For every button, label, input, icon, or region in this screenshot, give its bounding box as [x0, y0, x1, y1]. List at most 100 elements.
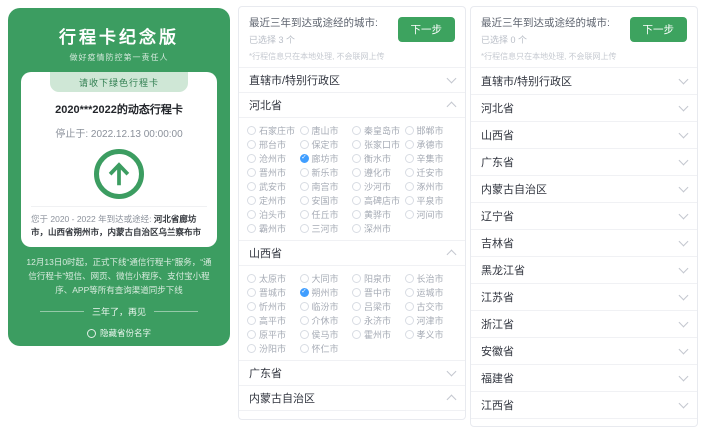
city-checkbox[interactable]: 唐山市	[300, 124, 353, 136]
city-checkbox[interactable]: 承德市	[405, 138, 458, 150]
unchecked-circle-icon[interactable]	[352, 302, 361, 311]
unchecked-circle-icon[interactable]	[352, 140, 361, 149]
unchecked-circle-icon[interactable]	[352, 274, 361, 283]
city-checkbox[interactable]: 黄骅市	[352, 208, 405, 220]
city-checkbox[interactable]: 保定市	[300, 138, 353, 150]
city-checkbox[interactable]: 古交市	[405, 300, 458, 312]
province-section-header[interactable]: 河北省	[471, 95, 697, 122]
unchecked-circle-icon[interactable]	[405, 210, 414, 219]
unchecked-circle-icon[interactable]	[300, 168, 309, 177]
city-checkbox[interactable]: 晋州市	[247, 166, 300, 178]
city-checkbox[interactable]: 张家口市	[352, 138, 405, 150]
next-step-button[interactable]: 下一步	[398, 17, 456, 42]
city-checkbox[interactable]: 武安市	[247, 180, 300, 192]
city-checkbox[interactable]: 大同市	[300, 272, 353, 284]
unchecked-circle-icon[interactable]	[352, 182, 361, 191]
city-checkbox[interactable]: 吕梁市	[352, 300, 405, 312]
city-checkbox[interactable]: ✓朔州市	[300, 286, 353, 298]
unchecked-circle-icon[interactable]	[247, 126, 256, 135]
unchecked-circle-icon[interactable]	[247, 168, 256, 177]
city-checkbox[interactable]: 河津市	[405, 314, 458, 326]
unchecked-circle-icon[interactable]	[405, 330, 414, 339]
city-checkbox[interactable]: 新乐市	[300, 166, 353, 178]
city-checkbox[interactable]: 原平市	[247, 328, 300, 340]
unchecked-circle-icon[interactable]	[352, 154, 361, 163]
city-checkbox[interactable]: 运城市	[405, 286, 458, 298]
unchecked-circle-icon[interactable]	[300, 302, 309, 311]
unchecked-circle-icon[interactable]	[352, 196, 361, 205]
hide-province-checkbox[interactable]: 隐藏省份名字	[8, 327, 230, 339]
province-section-header[interactable]: 广东省	[239, 361, 465, 386]
unchecked-circle-icon[interactable]	[405, 126, 414, 135]
unchecked-circle-icon[interactable]	[247, 302, 256, 311]
city-checkbox[interactable]: 永济市	[352, 314, 405, 326]
unchecked-circle-icon[interactable]	[352, 419, 361, 421]
province-section-header[interactable]: 广东省	[471, 149, 697, 176]
unchecked-circle-icon[interactable]	[405, 140, 414, 149]
city-checkbox[interactable]: 三河市	[300, 222, 353, 234]
city-checkbox[interactable]: 遵化市	[352, 166, 405, 178]
unchecked-circle-icon[interactable]	[405, 316, 414, 325]
city-checkbox[interactable]: 霸州市	[247, 222, 300, 234]
unchecked-circle-icon[interactable]	[247, 182, 256, 191]
unchecked-circle-icon[interactable]	[300, 344, 309, 353]
city-checkbox[interactable]: 孝义市	[405, 328, 458, 340]
city-checkbox[interactable]: 包头市	[300, 417, 353, 420]
unchecked-circle-icon[interactable]	[247, 274, 256, 283]
unchecked-circle-icon[interactable]	[247, 419, 256, 421]
city-checkbox[interactable]: 辛集市	[405, 152, 458, 164]
unchecked-circle-icon[interactable]	[352, 316, 361, 325]
checked-circle-icon[interactable]: ✓	[300, 288, 309, 297]
city-checkbox[interactable]: 汾阳市	[247, 342, 300, 354]
city-checkbox[interactable]: 忻州市	[247, 300, 300, 312]
province-section-header[interactable]: 辽宁省	[471, 203, 697, 230]
unchecked-circle-icon[interactable]	[247, 316, 256, 325]
unchecked-circle-icon[interactable]	[300, 140, 309, 149]
unchecked-circle-icon[interactable]	[247, 154, 256, 163]
province-section-header[interactable]: 河北省	[239, 93, 465, 118]
unchecked-circle-icon[interactable]	[300, 224, 309, 233]
unchecked-circle-icon[interactable]	[247, 288, 256, 297]
unchecked-circle-icon[interactable]	[352, 224, 361, 233]
city-checkbox[interactable]: 沙河市	[352, 180, 405, 192]
city-checkbox[interactable]: 秦皇岛市	[352, 124, 405, 136]
city-checkbox[interactable]: 邢台市	[247, 138, 300, 150]
province-section-header[interactable]: 山西省	[239, 241, 465, 266]
province-list[interactable]: 直辖市/特别行政区河北省山西省广东省内蒙古自治区辽宁省吉林省黑龙江省江苏省浙江省…	[471, 68, 697, 427]
city-checkbox[interactable]: 赤峰市	[405, 417, 458, 420]
province-list[interactable]: 直辖市/特别行政区河北省石家庄市唐山市秦皇岛市邯郸市邢台市保定市张家口市承德市沧…	[239, 68, 465, 420]
unchecked-circle-icon[interactable]	[247, 344, 256, 353]
unchecked-circle-icon[interactable]	[405, 288, 414, 297]
city-checkbox[interactable]: 深州市	[352, 222, 405, 234]
unchecked-circle-icon[interactable]	[300, 419, 309, 421]
unchecked-circle-icon[interactable]	[247, 224, 256, 233]
city-checkbox[interactable]: 晋中市	[352, 286, 405, 298]
city-checkbox[interactable]: 高碑店市	[352, 194, 405, 206]
unchecked-circle-icon[interactable]	[247, 140, 256, 149]
city-checkbox[interactable]: 晋城市	[247, 286, 300, 298]
unchecked-circle-icon[interactable]	[352, 330, 361, 339]
city-checkbox[interactable]: 邯郸市	[405, 124, 458, 136]
unchecked-circle-icon[interactable]	[405, 302, 414, 311]
unchecked-circle-icon[interactable]	[300, 316, 309, 325]
province-section-header[interactable]: 黑龙江省	[471, 257, 697, 284]
city-checkbox[interactable]: 太原市	[247, 272, 300, 284]
city-checkbox[interactable]: 临汾市	[300, 300, 353, 312]
unchecked-circle-icon[interactable]	[405, 419, 414, 421]
unchecked-circle-icon[interactable]	[405, 182, 414, 191]
province-section-header[interactable]: 山东省	[471, 419, 697, 427]
unchecked-circle-icon[interactable]	[300, 210, 309, 219]
province-section-header[interactable]: 吉林省	[471, 230, 697, 257]
city-checkbox[interactable]: 衡水市	[352, 152, 405, 164]
city-checkbox[interactable]: 侯马市	[300, 328, 353, 340]
unchecked-circle-icon[interactable]	[247, 330, 256, 339]
city-checkbox[interactable]: 泊头市	[247, 208, 300, 220]
unchecked-circle-icon[interactable]	[405, 168, 414, 177]
province-section-header[interactable]: 内蒙古自治区	[239, 386, 465, 411]
city-checkbox[interactable]: 乌海市	[352, 417, 405, 420]
unchecked-circle-icon[interactable]	[352, 168, 361, 177]
city-checkbox[interactable]: 安国市	[300, 194, 353, 206]
city-checkbox[interactable]: ✓廊坊市	[300, 152, 353, 164]
unchecked-circle-icon[interactable]	[352, 126, 361, 135]
unchecked-circle-icon[interactable]	[300, 126, 309, 135]
